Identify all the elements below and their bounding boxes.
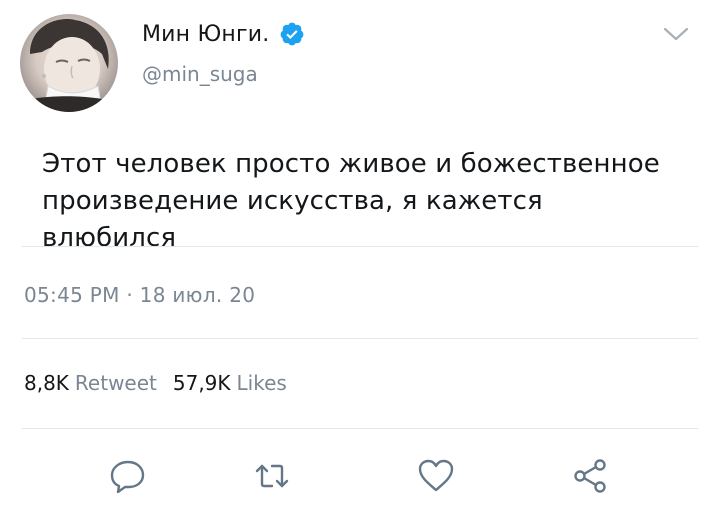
avatar[interactable] [20,14,118,112]
tweet-actions [0,448,720,502]
retweet-count: 8,8K [24,371,69,395]
likes-stat[interactable]: 57,9K Likes [173,371,287,395]
divider [22,338,698,339]
retweet-button[interactable] [250,454,294,498]
share-button[interactable] [568,454,612,498]
retweet-icon [255,464,289,488]
divider [22,246,698,247]
chevron-down-icon[interactable] [662,24,690,44]
heart-icon [418,459,454,492]
likes-label: Likes [236,371,287,395]
reply-icon [110,460,145,494]
tweet-text-line: Этот человек просто живое и божественное [42,149,660,179]
avatar-photo [20,19,118,112]
tweet-stats: 8,8K Retweet 57,9K Likes [24,371,287,395]
display-name[interactable]: Мин Юнги. [142,22,269,47]
like-button[interactable] [414,454,458,498]
tweet-card: Мин Юнги. @min_suga Этот человек просто … [0,0,720,506]
divider [22,428,698,429]
retweet-label: Retweet [74,371,157,395]
share-icon [574,459,606,493]
verified-badge-icon [279,21,305,47]
tweet-text: Этот человек просто живое и божественное… [42,146,682,257]
likes-count: 57,9K [172,371,231,395]
retweet-stat[interactable]: 8,8K Retweet [24,371,157,395]
tweet-timestamp[interactable]: 05:45 PM · 18 июл. 20 [24,283,255,307]
reply-button[interactable] [106,454,150,498]
author-name-row: Мин Юнги. [142,18,305,50]
username-handle[interactable]: @min_suga [142,62,258,86]
